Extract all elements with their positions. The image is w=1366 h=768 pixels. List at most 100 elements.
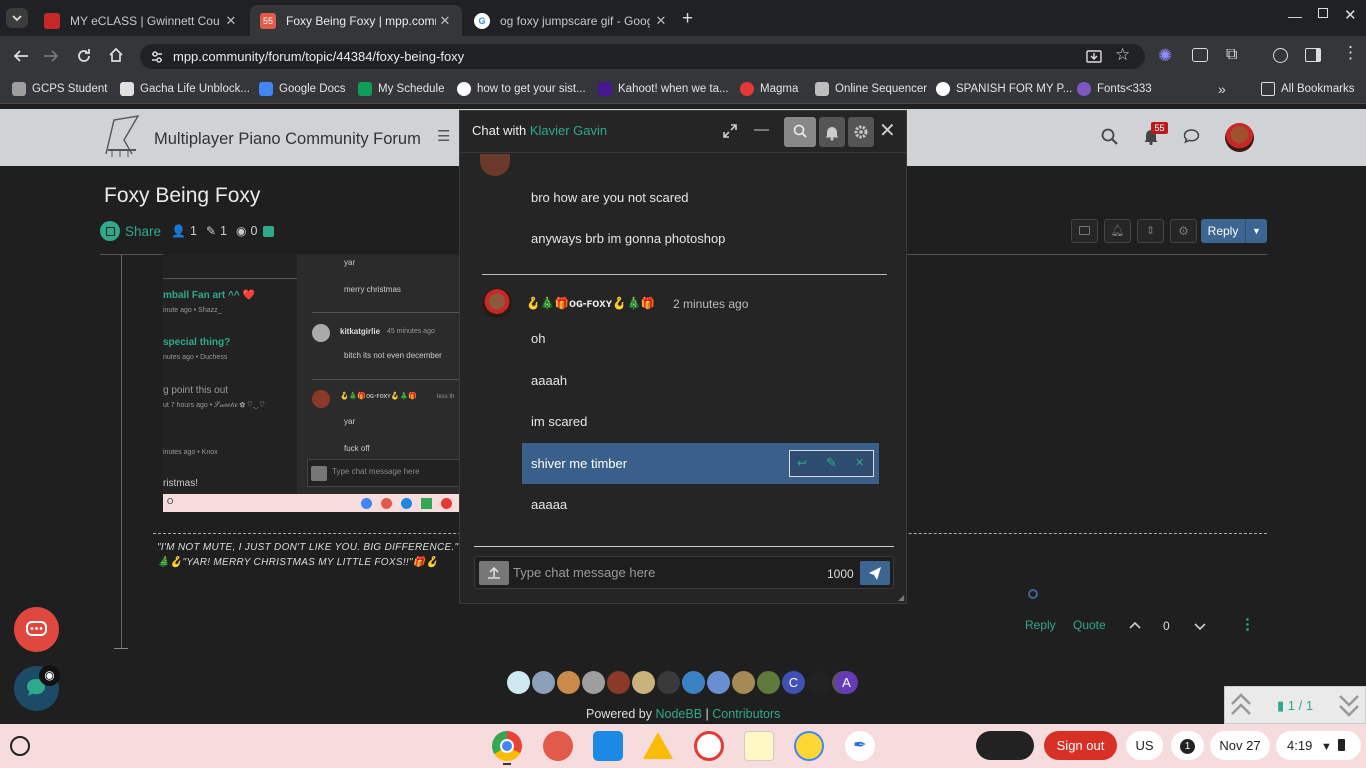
user-avatar[interactable] <box>557 671 580 694</box>
user-avatar[interactable] <box>757 671 780 694</box>
upload-icon[interactable] <box>479 561 509 585</box>
close-tab-icon[interactable]: ✕ <box>224 13 238 29</box>
minimize-window-icon[interactable]: — <box>1288 8 1302 24</box>
upvote-chevron-icon[interactable] <box>1129 620 1141 630</box>
user-avatar[interactable] <box>632 671 655 694</box>
bookmark-gacha-life[interactable]: Gacha Life Unblock... <box>120 82 250 96</box>
user-avatar[interactable] <box>607 671 630 694</box>
sign-out-button[interactable]: Sign out <box>1044 731 1117 760</box>
chrome-app-icon[interactable] <box>492 731 522 761</box>
chat-search-button[interactable] <box>784 117 816 147</box>
drive-app-icon[interactable] <box>643 732 673 759</box>
user-avatar[interactable] <box>582 671 605 694</box>
scroll-bottom-icon[interactable] <box>1337 692 1361 718</box>
holding-space-thumbnails[interactable] <box>976 731 1034 760</box>
bookmark-online-sequencer[interactable]: Online Sequencer <box>815 82 927 96</box>
sender-avatar[interactable] <box>480 154 510 176</box>
edit-pencil-icon[interactable]: ✎ <box>826 455 837 471</box>
share-link[interactable]: Share <box>125 224 161 239</box>
extensions-puzzle-icon[interactable]: ⧉ <box>1226 46 1237 64</box>
piano-logo-icon[interactable] <box>102 114 142 158</box>
tab-eclass[interactable]: MY eCLASS | Gwinnett County P ✕ <box>34 5 248 36</box>
restore-window-icon[interactable] <box>1318 8 1328 18</box>
scroll-top-icon[interactable] <box>1229 692 1253 718</box>
post-quote-link[interactable]: Quote <box>1073 618 1106 632</box>
topic-tools-gear-button[interactable]: ⚙ <box>1170 219 1197 243</box>
close-window-icon[interactable]: ✕ <box>1344 6 1357 24</box>
user-avatar[interactable] <box>657 671 680 694</box>
bookmark-google-docs[interactable]: Google Docs <box>259 82 345 96</box>
chat-partner-link[interactable]: Klavier Gavin <box>530 123 607 138</box>
expand-icon[interactable] <box>722 123 738 139</box>
sender-username[interactable]: 🪝🎄🎁ᴏɢ-ꜰᴏxʏ🪝🎄🎁 <box>526 296 655 310</box>
forum-brand-title[interactable]: Multiplayer Piano Community Forum <box>154 130 421 149</box>
forward-icon[interactable] <box>42 47 60 65</box>
emoji-app-icon[interactable] <box>794 731 824 761</box>
contributors-link[interactable]: Contributors <box>712 707 780 721</box>
post-reply-link[interactable]: Reply <box>1025 618 1056 632</box>
side-panel-icon[interactable] <box>1305 48 1321 62</box>
reader-mode-icon[interactable] <box>1192 48 1208 62</box>
reply-button[interactable]: Reply <box>1201 219 1245 243</box>
bookmark-gcps-student[interactable]: GCPS Student <box>12 82 107 96</box>
page-indicator[interactable]: ▮ 1 / 1 <box>1277 698 1313 714</box>
extension-flower-icon[interactable]: ✺ <box>1158 46 1172 66</box>
chat-settings-gear-icon[interactable] <box>848 117 874 147</box>
launcher-icon[interactable] <box>10 736 30 756</box>
new-tab-button[interactable]: + <box>682 8 693 30</box>
chat-message-highlighted[interactable]: shiver me timber ↩ ✎ ✕ <box>522 443 879 484</box>
status-area[interactable]: 4:19 ▼ <box>1276 731 1361 760</box>
reply-options-caret-icon[interactable]: ▼ <box>1245 219 1267 243</box>
user-avatar[interactable] <box>1225 123 1254 152</box>
back-icon[interactable] <box>12 47 30 65</box>
user-avatar[interactable] <box>807 671 830 694</box>
bookmark-my-schedule[interactable]: My Schedule <box>358 82 444 96</box>
bookmark-how-to[interactable]: how to get your sist... <box>457 82 586 96</box>
inbox-button[interactable] <box>1071 219 1098 243</box>
user-avatar-letter[interactable]: C <box>782 671 805 694</box>
notes-app-icon[interactable] <box>744 731 774 761</box>
more-bookmarks-icon[interactable]: » <box>1218 81 1226 97</box>
install-app-icon[interactable] <box>1086 49 1102 65</box>
paint-app-icon[interactable] <box>543 731 573 761</box>
bookmark-star-icon[interactable]: ☆ <box>1115 45 1130 65</box>
sender-avatar[interactable] <box>482 288 512 318</box>
menu-list-icon[interactable]: ☰ <box>437 127 450 145</box>
home-icon[interactable] <box>107 46 125 64</box>
user-avatar[interactable] <box>732 671 755 694</box>
delete-x-icon[interactable]: ✕ <box>855 456 864 469</box>
user-avatar[interactable] <box>507 671 530 694</box>
downvote-chevron-icon[interactable] <box>1194 622 1206 632</box>
minimize-chat-icon[interactable]: — <box>754 121 769 138</box>
bookmark-kahoot[interactable]: Kahoot! when we ta... <box>598 82 729 96</box>
watch-bell-button[interactable]: 🔔︎ <box>1104 219 1131 243</box>
send-icon[interactable] <box>860 561 890 585</box>
nodebb-link[interactable]: NodeBB <box>656 707 703 721</box>
reload-icon[interactable] <box>75 47 93 65</box>
rss-feed-icon[interactable] <box>263 225 275 237</box>
all-bookmarks-folder[interactable]: All Bookmarks <box>1261 82 1355 96</box>
canvas-app-icon[interactable]: ✒ <box>845 731 875 761</box>
bookmark-fonts[interactable]: Fonts<333 <box>1077 82 1152 96</box>
browser-menu-icon[interactable]: ⋮ <box>1342 44 1359 61</box>
site-info-icon[interactable] <box>150 50 164 64</box>
search-icon[interactable] <box>1101 128 1118 145</box>
performance-icon[interactable] <box>1273 48 1288 63</box>
date-tray[interactable]: Nov 27 <box>1210 731 1270 760</box>
sort-button[interactable]: ⇕ <box>1137 219 1164 243</box>
chat-notifications-bell-icon[interactable] <box>819 117 845 147</box>
close-tab-icon[interactable]: ✕ <box>654 13 668 29</box>
reply-arrow-icon[interactable]: ↩ <box>797 456 807 470</box>
close-tab-icon[interactable]: ✕ <box>438 13 452 29</box>
resize-handle-icon[interactable]: ◢ <box>898 593 904 602</box>
user-avatar[interactable] <box>682 671 705 694</box>
notification-tray[interactable]: 1 <box>1171 731 1204 760</box>
clock-app-icon[interactable] <box>694 731 724 761</box>
classroom-app-icon[interactable] <box>593 731 623 761</box>
user-avatar[interactable] <box>707 671 730 694</box>
tab-google-search[interactable]: G og foxy jumpscare gif - Google ✕ <box>464 5 678 36</box>
tab-foxy-being-foxy[interactable]: 55 Foxy Being Foxy | mpp.commun ✕ <box>250 5 462 36</box>
user-avatar[interactable] <box>532 671 555 694</box>
address-bar[interactable]: mpp.community/forum/topic/44384/foxy-bei… <box>140 44 1145 69</box>
post-tools-menu-icon[interactable]: ⋮ <box>1240 615 1255 633</box>
